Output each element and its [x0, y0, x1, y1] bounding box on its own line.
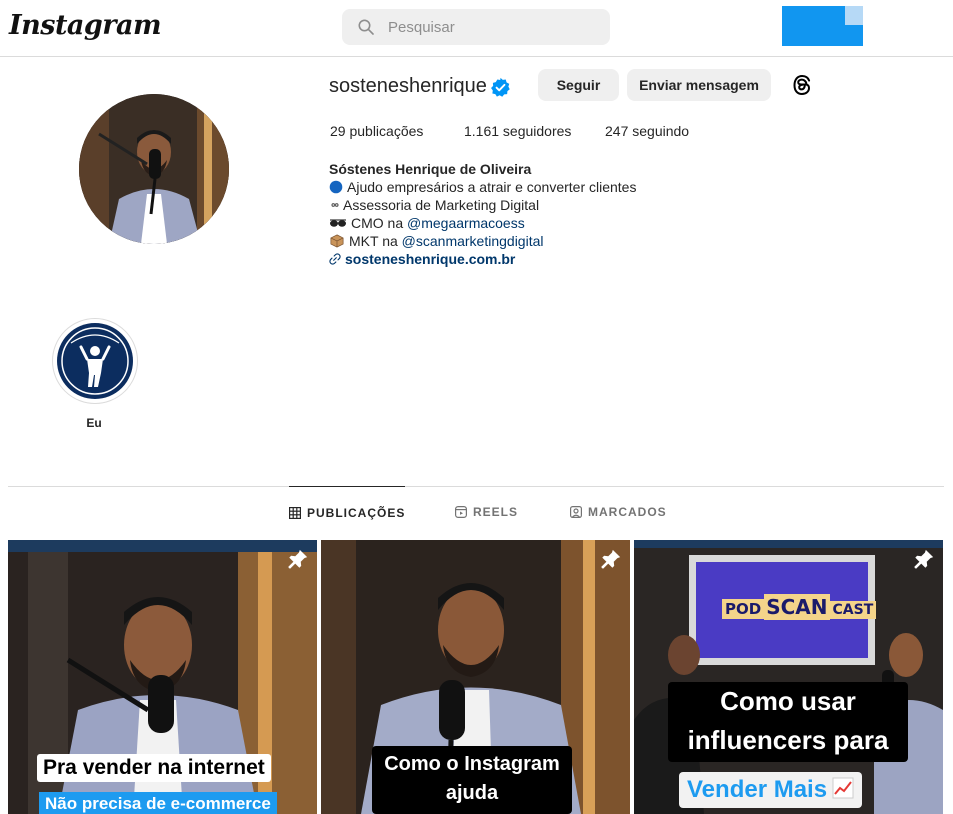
podscancast-logo: POD SCAN CAST [722, 594, 877, 620]
post-3-caption-1: Como usar influencers para [668, 682, 908, 762]
avatar-photo [79, 94, 229, 244]
block-notch [845, 6, 863, 25]
profile-bio: Sóstenes Henrique de Oliveira Ajudo empr… [329, 160, 636, 268]
post-tile-1[interactable]: Pra vender na internet Não precisa de e-… [8, 540, 317, 814]
bio-line-2: Assessoria de Marketing Digital [329, 196, 636, 214]
tab-reels[interactable]: REELS [455, 486, 518, 538]
bio-website-row: sosteneshenrique.com.br [329, 250, 636, 268]
profile-avatar[interactable] [79, 94, 229, 244]
tab-reels-label: REELS [473, 505, 519, 519]
verified-badge-icon [491, 77, 510, 97]
reels-icon [455, 506, 467, 518]
post-3-caption-2: Vender Mais [687, 776, 828, 803]
podscancast-logo-cast: CAST [829, 601, 877, 619]
bio-line-1: Ajudo empresários a atrair e converter c… [329, 178, 636, 196]
search-box[interactable] [342, 9, 610, 45]
post-tile-3[interactable]: POD SCAN CAST Como usar influencers para V… [634, 540, 943, 814]
highlight-label: Eu [86, 416, 102, 430]
tab-publicacoes[interactable]: PUBLICAÇÕES [289, 486, 406, 539]
megaarmacoess-link[interactable]: @megaarmacoess [407, 215, 525, 231]
post-3-caption-2-box: Vender Mais [679, 772, 862, 808]
package-icon [330, 234, 344, 248]
post-2-caption: Como o Instagram ajuda [372, 746, 572, 814]
blue-circle-icon [329, 180, 343, 194]
tab-marcados-label: MARCADOS [588, 505, 667, 519]
pin-icon [601, 549, 621, 569]
bio-line-4-prefix: MKT na [349, 233, 402, 249]
podscancast-logo-pod: POD [722, 599, 765, 619]
full-name: Sóstenes Henrique de Oliveira [329, 161, 532, 177]
post-tile-2[interactable]: Como o Instagram ajuda [321, 540, 630, 814]
highlight-cover [57, 323, 133, 399]
chart-increasing-icon [832, 777, 854, 799]
scanmarketingdigital-link[interactable]: @scanmarketingdigital [402, 233, 544, 249]
tab-marcados[interactable]: MARCADOS [570, 486, 667, 538]
website-link[interactable]: sosteneshenrique.com.br [345, 251, 515, 267]
follow-button[interactable]: Seguir [538, 69, 619, 101]
link-icon [329, 253, 341, 265]
top-bar: Instagram [0, 0, 953, 57]
tab-publicacoes-label: PUBLICAÇÕES [307, 506, 406, 520]
search-icon [358, 19, 374, 35]
search-input[interactable] [386, 17, 590, 37]
tagged-icon [570, 506, 582, 518]
podscancast-logo-scan: SCAN [764, 594, 830, 620]
threads-icon[interactable] [790, 73, 814, 97]
post-1-caption-2: Não precisa de e-commerce [39, 792, 277, 814]
story-highlight[interactable] [52, 318, 138, 404]
bio-line-4: MKT na @scanmarketingdigital [329, 232, 636, 250]
post-1-caption-1: Pra vender na internet [37, 754, 271, 782]
infinity-icon [331, 203, 339, 207]
bio-line-3: CMO na @megaarmacoess [329, 214, 636, 232]
highlight-figure-icon [61, 327, 129, 395]
following-count[interactable]: 247 seguindo [605, 123, 689, 139]
pin-icon [914, 549, 934, 569]
followers-count[interactable]: 1.161 seguidores [464, 123, 571, 139]
profile-username: sosteneshenrique [329, 75, 487, 97]
bio-line-3-prefix: CMO na [351, 215, 408, 231]
posts-count: 29 publicações [330, 123, 424, 139]
bio-line-1-text: Ajudo empresários a atrair e converter c… [347, 179, 637, 195]
grid-icon [289, 507, 301, 519]
send-message-button[interactable]: Enviar mensagem [627, 69, 771, 101]
sunglasses-icon [330, 219, 346, 227]
instagram-logo[interactable]: Instagram [9, 10, 162, 41]
pin-icon [288, 549, 308, 569]
bio-line-2-text: Assessoria de Marketing Digital [343, 197, 540, 213]
blue-overlay-block [782, 6, 863, 46]
